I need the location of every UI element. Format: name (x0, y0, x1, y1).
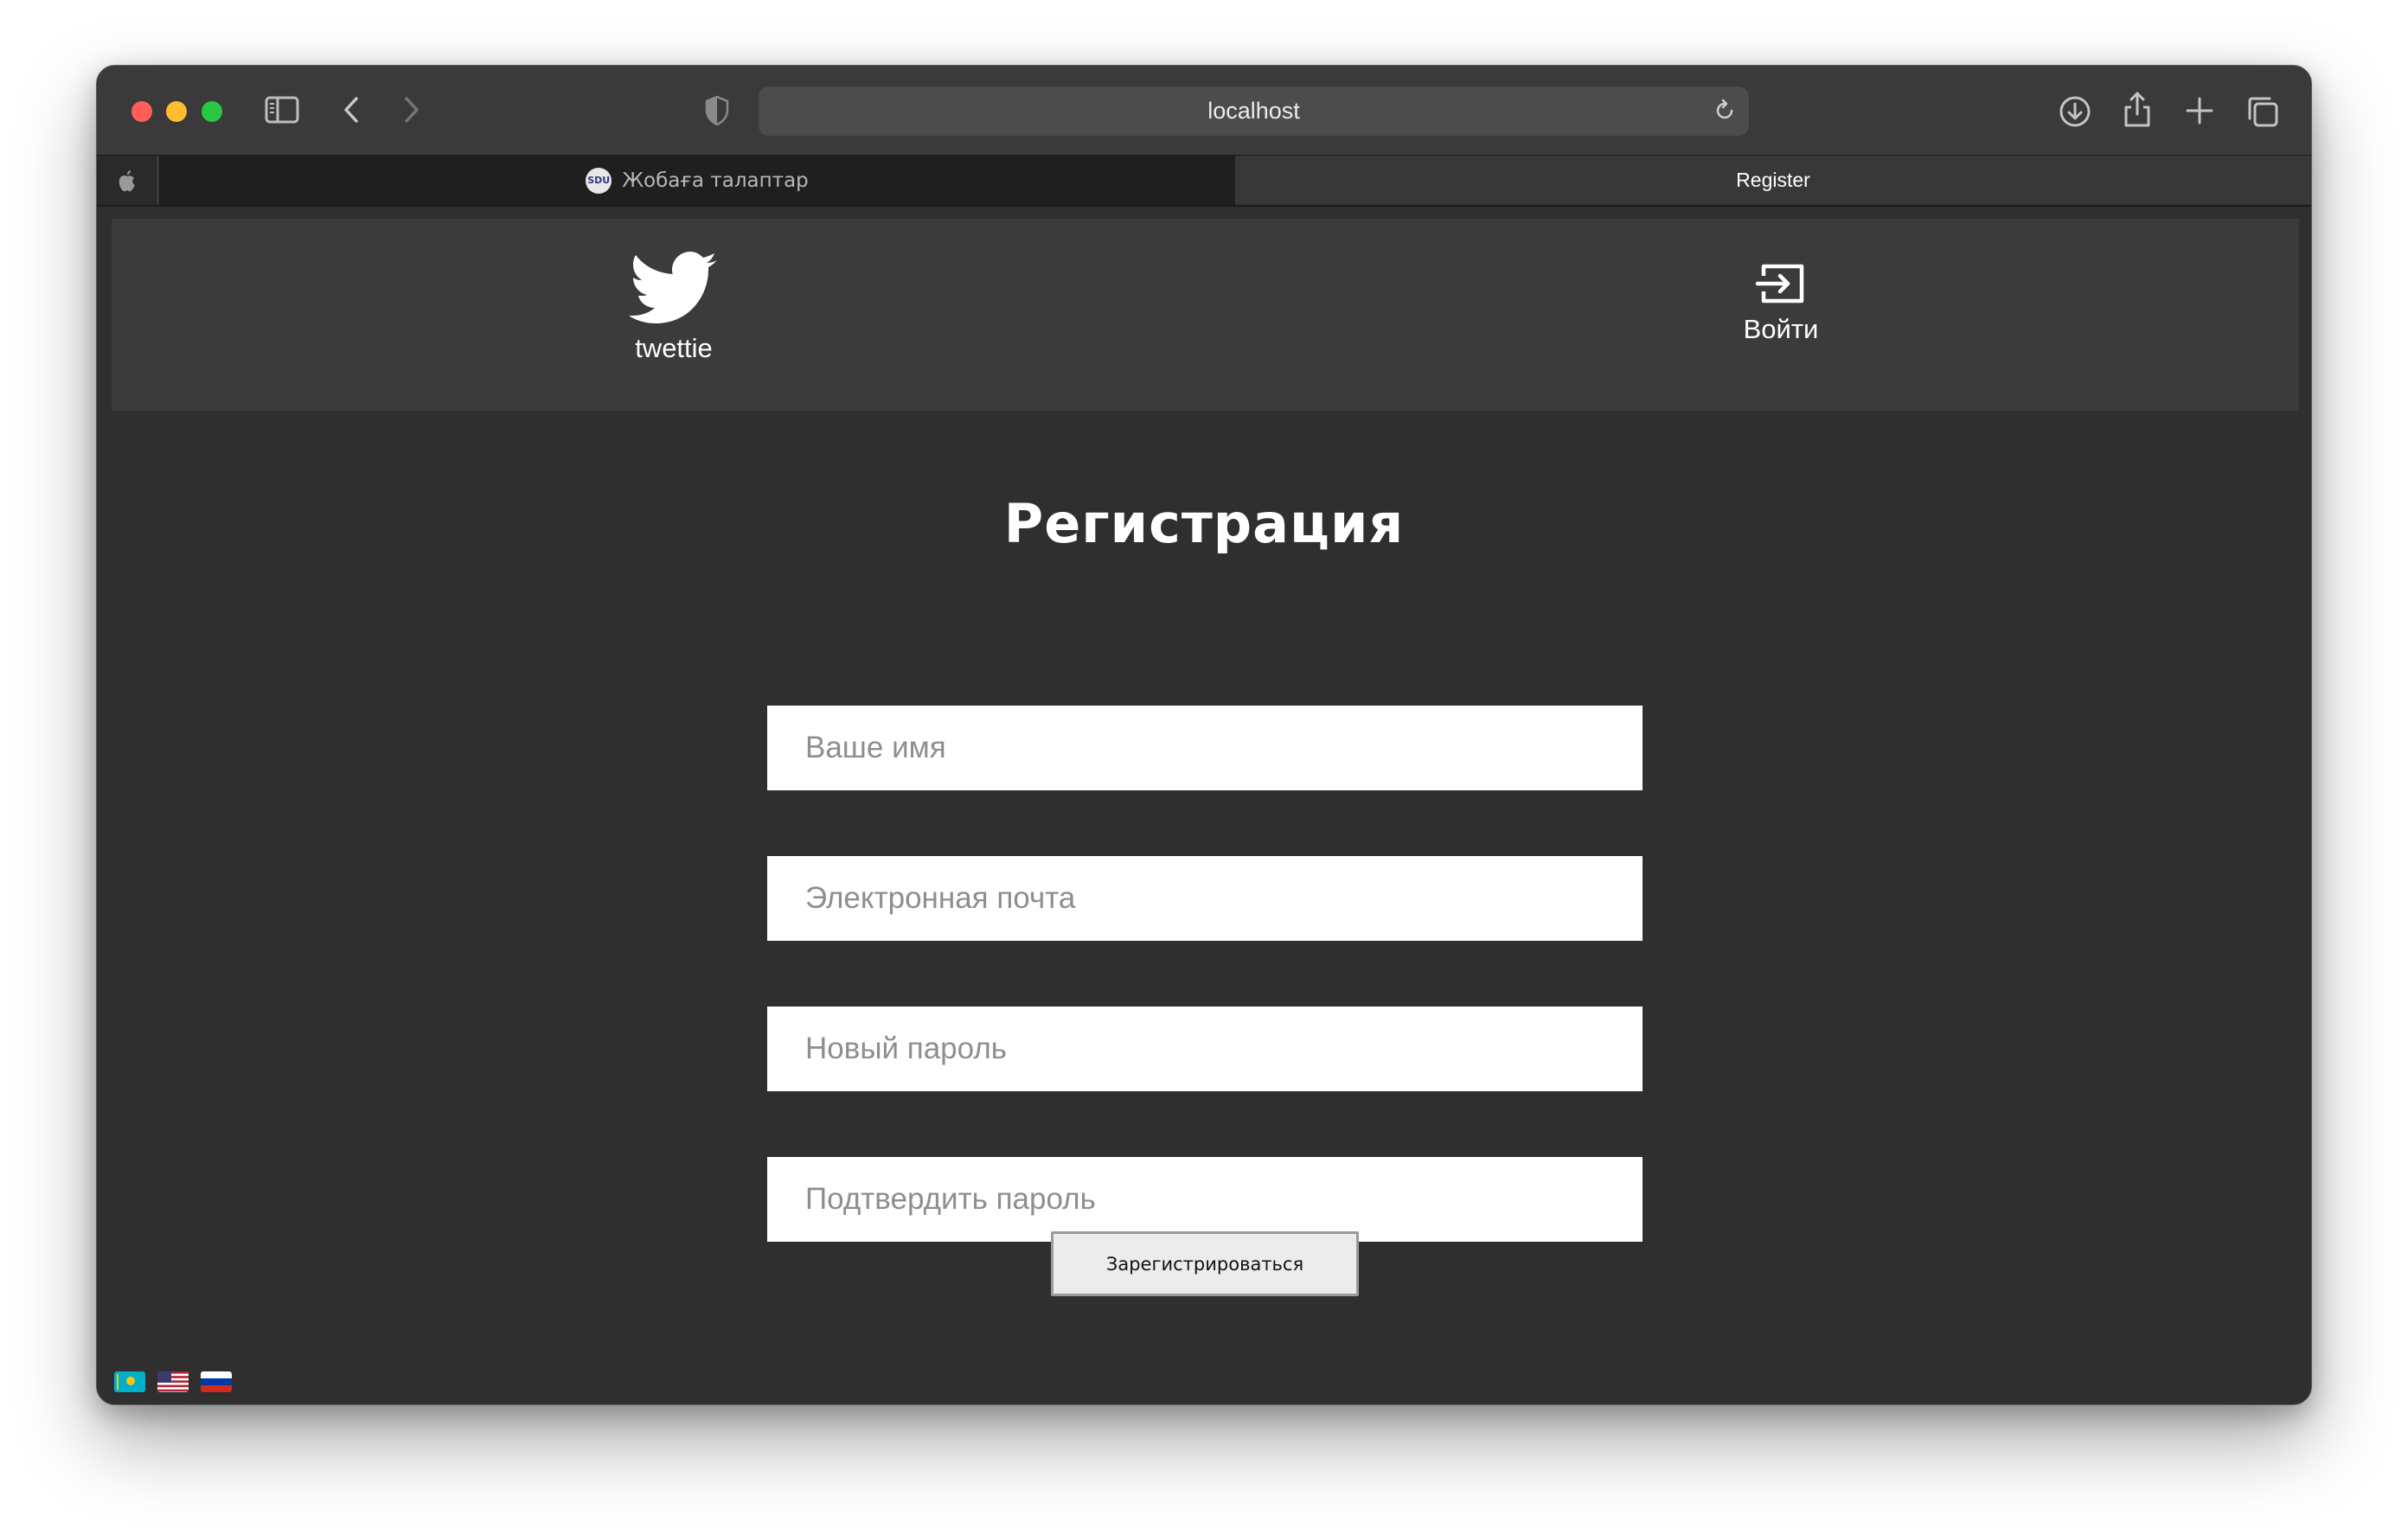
share-icon[interactable] (2123, 90, 2152, 128)
login-link[interactable]: Войти (1712, 262, 1850, 345)
login-icon (1755, 264, 1804, 304)
email-field[interactable] (767, 856, 1643, 941)
zoom-window-button[interactable] (202, 101, 222, 122)
tab-requirements[interactable]: SDU Жобаға талаптар (159, 156, 1235, 205)
close-window-button[interactable] (131, 101, 152, 122)
kazakhstan-flag-icon[interactable] (114, 1371, 145, 1392)
back-icon[interactable] (341, 95, 362, 125)
reload-icon[interactable] (1713, 99, 1737, 126)
tab-overview-icon[interactable] (2246, 95, 2279, 128)
new-password-field[interactable] (767, 1007, 1643, 1091)
shield-icon[interactable] (704, 95, 730, 126)
login-label: Войти (1743, 314, 1819, 344)
tab-label: Жобаға талаптар (622, 169, 809, 192)
address-bar[interactable]: localhost (759, 86, 1749, 136)
pinned-tab[interactable] (97, 156, 158, 205)
logo-text: twettie (635, 333, 713, 363)
language-switcher (114, 1371, 232, 1392)
russia-flag-icon[interactable] (201, 1371, 232, 1392)
sidebar-icon[interactable] (265, 95, 299, 125)
sdu-favicon-icon: SDU (586, 167, 612, 194)
tab-label: Register (1736, 169, 1810, 191)
usa-flag-icon[interactable] (157, 1371, 189, 1392)
browser-window: localhost SDU Жобаға талаптар Register t… (96, 65, 2312, 1405)
apple-icon (118, 169, 135, 191)
address-text: localhost (1207, 98, 1300, 124)
new-tab-icon[interactable] (2185, 96, 2214, 125)
page-viewport: twettie Войти Регистрация Зарегистрирова… (97, 207, 2311, 1404)
name-field[interactable] (767, 706, 1643, 790)
tab-strip: SDU Жобаға талаптар Register (97, 155, 2311, 207)
forward-icon[interactable] (401, 95, 422, 125)
register-button[interactable]: Зарегистрироваться (1051, 1231, 1359, 1296)
site-header: twettie Войти (112, 219, 2299, 411)
page-title: Регистрация (1003, 492, 1405, 555)
browser-toolbar: localhost (97, 66, 2311, 155)
site-logo[interactable]: twettie (622, 250, 726, 364)
minimize-window-button[interactable] (166, 101, 187, 122)
confirm-password-field[interactable] (767, 1157, 1643, 1242)
download-icon[interactable] (2059, 95, 2091, 128)
tab-register[interactable]: Register (1235, 156, 2311, 205)
twitter-bird-icon (629, 252, 717, 323)
